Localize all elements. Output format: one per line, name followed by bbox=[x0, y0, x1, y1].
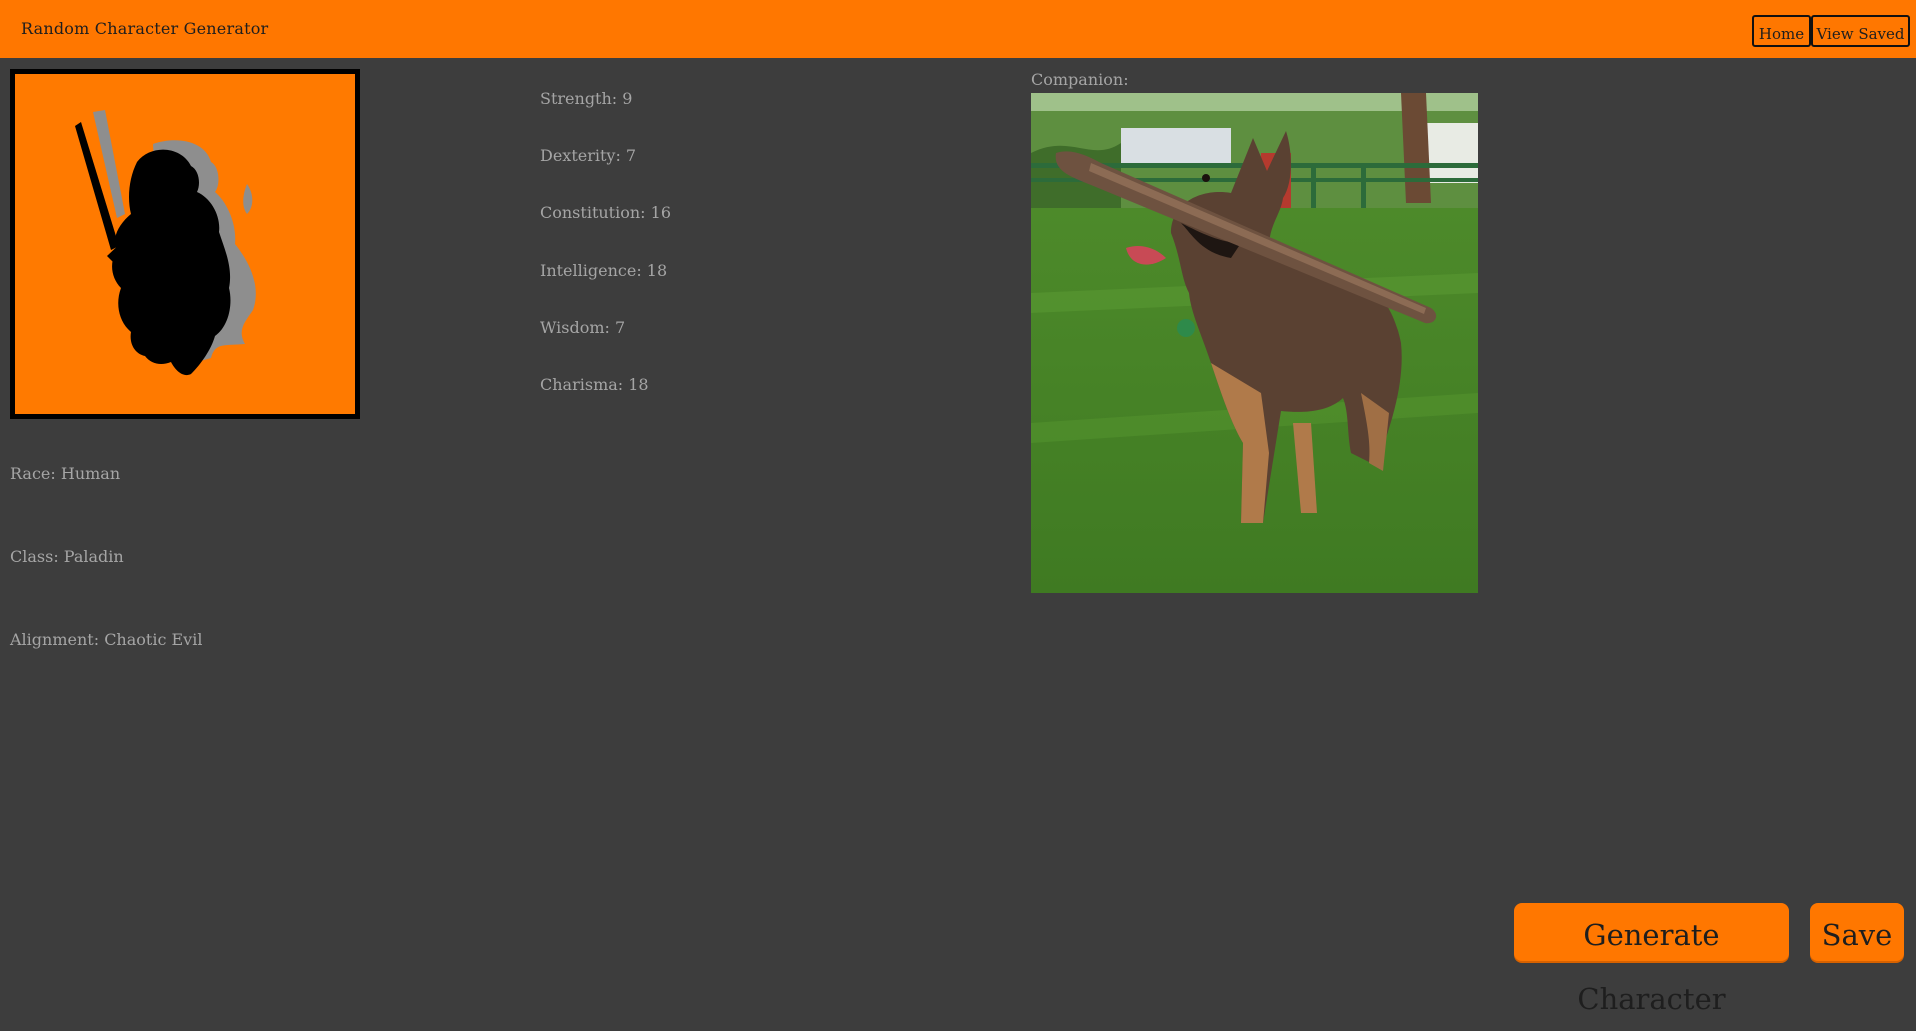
stat-charisma: Charisma: 18 bbox=[540, 375, 649, 394]
stat-intelligence: Intelligence: 18 bbox=[540, 261, 668, 280]
stat-constitution: Constitution: 16 bbox=[540, 203, 671, 222]
save-button[interactable]: Save bbox=[1810, 903, 1904, 961]
stat-strength: Strength: 9 bbox=[540, 89, 633, 108]
view-saved-button[interactable]: View Saved bbox=[1811, 15, 1910, 47]
alignment-label: Alignment: Chaotic Evil bbox=[10, 630, 203, 649]
dog-photo-illustration bbox=[1031, 93, 1478, 593]
stat-wisdom: Wisdom: 7 bbox=[540, 318, 626, 337]
companion-label: Companion: bbox=[1031, 70, 1129, 89]
app-title: Random Character Generator bbox=[21, 19, 269, 38]
paladin-silhouette-icon bbox=[15, 74, 355, 414]
companion-photo bbox=[1031, 93, 1478, 593]
generate-character-button[interactable]: Generate Character bbox=[1514, 903, 1789, 1016]
character-portrait bbox=[10, 69, 360, 419]
class-label: Class: Paladin bbox=[10, 547, 124, 566]
top-bar: Random Character Generator Home View Sav… bbox=[0, 0, 1916, 58]
race-label: Race: Human bbox=[10, 464, 121, 483]
home-button[interactable]: Home bbox=[1752, 15, 1811, 47]
stat-dexterity: Dexterity: 7 bbox=[540, 146, 637, 165]
